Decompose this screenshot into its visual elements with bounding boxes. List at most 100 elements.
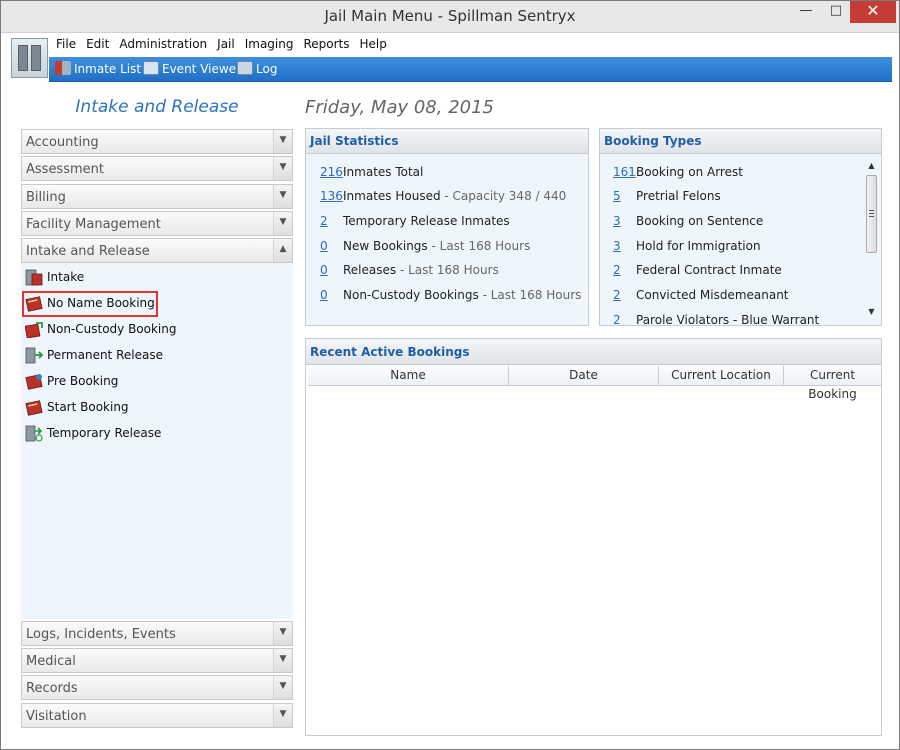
stat-count-link[interactable]: 0 — [320, 239, 328, 253]
stat-row: 5 Pretrial Felons — [600, 189, 850, 207]
stat-count-link[interactable]: 0 — [320, 263, 328, 277]
maximize-button[interactable]: □ — [821, 1, 851, 23]
stat-label-sub: - Capacity 348 / 440 — [440, 189, 567, 203]
scroll-up-arrow-icon[interactable]: ▲ — [864, 159, 879, 173]
stat-row: 3 Hold for Immigration — [600, 239, 850, 257]
minimize-button[interactable]: — — [791, 1, 821, 23]
stat-row: 0 New Bookings - Last 168 Hours — [306, 239, 586, 257]
grip-line — [869, 210, 874, 211]
scroll-thumb[interactable] — [866, 175, 877, 253]
stat-count-link[interactable]: 0 — [320, 288, 328, 302]
log-icon — [237, 61, 253, 75]
menu-jail[interactable]: Jail — [212, 34, 240, 54]
stat-count-link[interactable]: 3 — [613, 239, 621, 253]
release-icon — [25, 347, 43, 364]
section-assessment[interactable]: Assessment ▼ — [21, 156, 293, 181]
section-label: Intake and Release — [26, 244, 150, 259]
sidebar-title: Intake and Release — [75, 97, 239, 117]
title-bar: Jail Main Menu - Spillman Sentryx — □ ✕ — [1, 1, 899, 33]
chevron-down-icon[interactable]: ▼ — [273, 704, 292, 727]
menu-administration[interactable]: Administration — [114, 34, 212, 54]
menu-reports[interactable]: Reports — [298, 34, 354, 54]
stat-row: 136 Inmates Housed - Capacity 348 / 440 — [306, 189, 586, 207]
nav-item-label: Start Booking — [47, 400, 129, 414]
column-header-current-booking[interactable]: Current Booking — [784, 366, 881, 401]
stat-row: 2 Temporary Release Inmates — [306, 214, 586, 232]
stat-label-text: Non-Custody Bookings — [343, 288, 479, 302]
panel-title: Booking Types — [604, 134, 702, 148]
menu-file[interactable]: File — [51, 34, 81, 54]
menu-bar: File Edit Administration Jail Imaging Reports… — [51, 34, 392, 56]
column-header-date[interactable]: Date — [509, 366, 659, 386]
stat-label-sub: - Last 168 Hours — [396, 263, 499, 277]
stat-label: Non-Custody Bookings - Last 168 Hours — [343, 288, 581, 302]
stat-label-text: Releases — [343, 263, 397, 277]
event-viewer-button[interactable]: Event Viewer — [143, 61, 241, 76]
stat-count-link[interactable]: 216 — [320, 165, 343, 179]
stat-label-text: Inmates Housed — [343, 189, 441, 203]
section-label: Records — [26, 681, 78, 696]
section-label: Logs, Incidents, Events — [26, 627, 176, 642]
close-button[interactable]: ✕ — [850, 1, 896, 23]
nav-item-label: Permanent Release — [47, 348, 163, 362]
section-label: Billing — [26, 190, 66, 205]
stat-count-link[interactable]: 136 — [320, 189, 343, 203]
section-records[interactable]: Records ▼ — [21, 675, 293, 700]
stat-count-link[interactable]: 2 — [320, 214, 328, 228]
chevron-down-icon[interactable]: ▼ — [273, 676, 292, 699]
stat-row: 0 Releases - Last 168 Hours — [306, 263, 586, 281]
chevron-down-icon[interactable]: ▼ — [273, 185, 292, 208]
stat-row: 161 Booking on Arrest — [600, 165, 850, 183]
toolbar: Inmate List Event Viewer Log — [49, 57, 892, 82]
window-title: Jail Main Menu - Spillman Sentryx — [324, 7, 576, 25]
menu-edit[interactable]: Edit — [81, 34, 114, 54]
stat-label: Inmates Housed - Capacity 348 / 440 — [343, 189, 566, 203]
stat-label: Parole Violators - Blue Warrant — [636, 313, 820, 326]
menu-imaging[interactable]: Imaging — [240, 34, 299, 54]
panel-title: Jail Statistics — [310, 134, 399, 148]
book-icon — [25, 374, 43, 390]
nav-item-label: Non-Custody Booking — [47, 322, 177, 336]
section-billing[interactable]: Billing ▼ — [21, 184, 293, 209]
section-facility-management[interactable]: Facility Management ▼ — [21, 211, 293, 236]
chevron-down-icon[interactable]: ▼ — [273, 157, 292, 180]
stat-count-link[interactable]: 2 — [613, 263, 621, 277]
chevron-down-icon[interactable]: ▼ — [273, 649, 292, 672]
stat-row: 2 Parole Violators - Blue Warrant — [600, 313, 850, 326]
jail-app-icon — [11, 38, 48, 78]
nav-item-label: Pre Booking — [47, 374, 119, 388]
stat-count-link[interactable]: 5 — [613, 189, 621, 203]
menu-help[interactable]: Help — [355, 34, 392, 54]
column-header-current-location[interactable]: Current Location — [659, 366, 784, 386]
chevron-down-icon[interactable]: ▼ — [273, 622, 292, 645]
section-accounting[interactable]: Accounting ▼ — [21, 129, 293, 154]
intake-icon — [25, 269, 43, 286]
scroll-down-arrow-icon[interactable]: ▼ — [864, 305, 879, 319]
jail-statistics-panel: Jail Statistics 216 Inmates Total 136 In… — [305, 128, 589, 326]
section-label: Medical — [26, 654, 76, 669]
section-intake-and-release[interactable]: Intake and Release ▲ — [21, 238, 293, 263]
section-logs-incidents-events[interactable]: Logs, Incidents, Events ▼ — [21, 621, 293, 646]
chevron-down-icon[interactable]: ▼ — [273, 130, 292, 153]
stat-count-link[interactable]: 2 — [613, 288, 621, 302]
stat-count-link[interactable]: 2 — [613, 313, 621, 325]
section-medical[interactable]: Medical ▼ — [21, 648, 293, 673]
chevron-down-icon[interactable]: ▼ — [273, 212, 292, 235]
booking-types-scrollbar[interactable]: ▲ ▼ — [864, 159, 879, 319]
stat-row: 3 Booking on Sentence — [600, 214, 850, 232]
stat-label: Releases - Last 168 Hours — [343, 263, 499, 277]
stat-label-text: Temporary Release Inmates — [343, 214, 510, 228]
selection-highlight — [22, 291, 158, 317]
event-viewer-label: Event Viewer — [162, 62, 241, 76]
log-button[interactable]: Log — [237, 61, 277, 76]
column-header-name[interactable]: Name — [308, 366, 509, 386]
stat-count-link[interactable]: 3 — [613, 214, 621, 228]
stat-row: 0 Non-Custody Bookings - Last 168 Hours — [306, 288, 586, 306]
stat-count-link[interactable]: 161 — [613, 165, 636, 179]
stat-label: Hold for Immigration — [636, 239, 761, 253]
chevron-up-icon[interactable]: ▲ — [273, 239, 292, 262]
inmate-list-button[interactable]: Inmate List — [55, 61, 141, 76]
book-arrow-icon — [25, 322, 43, 338]
stat-label: New Bookings - Last 168 Hours — [343, 239, 530, 253]
section-visitation[interactable]: Visitation ▼ — [21, 703, 293, 728]
